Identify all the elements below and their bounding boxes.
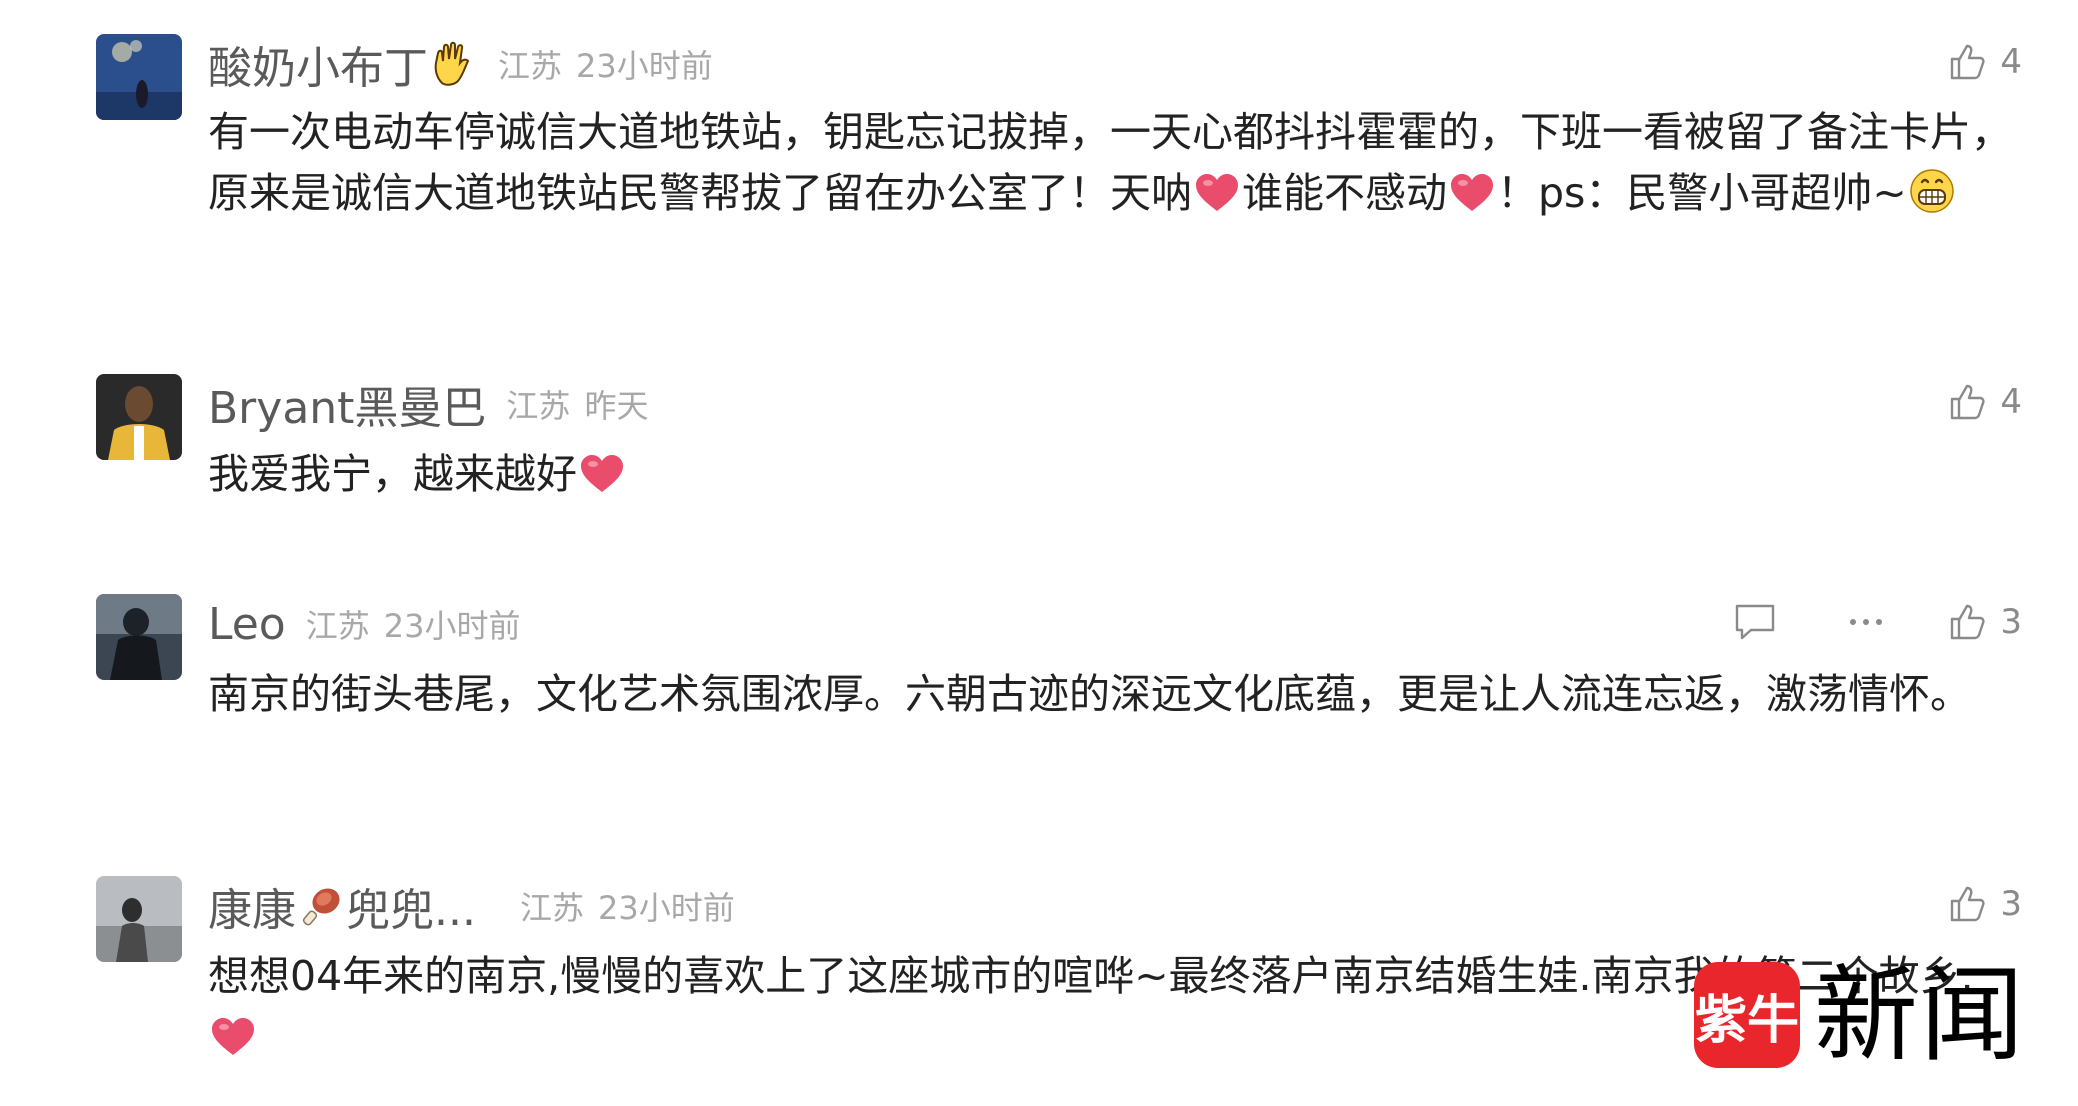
- thumbs-up-icon: [1948, 382, 1988, 422]
- location: 江苏: [305, 607, 370, 645]
- timestamp: 23小时前: [576, 47, 713, 85]
- more-dots-icon: [1850, 619, 1883, 625]
- like-button[interactable]: 3: [1948, 602, 2022, 642]
- thumbs-up-icon: [1948, 602, 1988, 642]
- watermark: 紫牛 新闻: [1694, 962, 2026, 1068]
- heart-emoji-icon: [210, 1016, 256, 1058]
- comment-actions: 3: [1734, 594, 2022, 650]
- comment-actions: 4: [1948, 374, 2022, 430]
- thumbs-up-icon: [1948, 42, 1988, 82]
- avatar[interactable]: [96, 594, 182, 680]
- avatar[interactable]: [96, 34, 182, 120]
- reply-button[interactable]: [1734, 602, 1776, 642]
- thumbs-up-icon: [1948, 884, 1988, 924]
- comment-actions: 3: [1948, 876, 2022, 932]
- grin-emoji-icon: [1909, 168, 1955, 214]
- more-button[interactable]: [1848, 617, 1884, 627]
- comment-meta: 酸奶小布丁 江苏 23小时前: [208, 36, 713, 94]
- heart-emoji-icon: [579, 453, 625, 495]
- watermark-text: 新闻: [1814, 954, 2027, 1076]
- avatar[interactable]: [96, 374, 182, 460]
- username[interactable]: Leo: [208, 599, 286, 650]
- timestamp: 23小时前: [383, 607, 521, 645]
- username[interactable]: 酸奶小布丁: [208, 32, 428, 96]
- comment-actions: 4: [1948, 34, 2022, 90]
- comment-bubble-icon: [1736, 604, 1775, 640]
- like-button[interactable]: 4: [1948, 382, 2022, 422]
- like-button[interactable]: 3: [1948, 884, 2022, 924]
- location: 江苏: [506, 387, 571, 425]
- comment-text: 我爱我宁，越来越好: [208, 444, 2028, 505]
- location: 江苏: [519, 889, 584, 927]
- like-count: 3: [2000, 602, 2022, 642]
- timestamp: 23小时前: [597, 889, 735, 927]
- username[interactable]: 兜兜...: [346, 874, 476, 938]
- timestamp: 昨天: [584, 387, 649, 425]
- like-button[interactable]: 4: [1948, 42, 2022, 82]
- like-count: 4: [2000, 382, 2022, 422]
- like-count: 4: [2000, 42, 2022, 82]
- username[interactable]: Bryant黑曼巴: [208, 372, 486, 436]
- avatar[interactable]: [96, 876, 182, 962]
- meat-emoji-icon: [298, 883, 344, 929]
- heart-emoji-icon: [1449, 172, 1495, 214]
- heart-emoji-icon: [1194, 172, 1240, 214]
- like-count: 3: [2000, 884, 2022, 924]
- comment-meta: Leo 江苏 23小时前: [208, 596, 520, 652]
- comment-meta: Bryant黑曼巴 江苏 昨天: [208, 376, 649, 434]
- comment-text: 有一次电动车停诚信大道地铁站，钥匙忘记拔掉，一天心都抖抖霍霍的，下班一看被留了备…: [208, 108, 2012, 217]
- comment-text: 南京的街头巷尾，文化艺术氛围浓厚。六朝古迹的深远文化底蕴，更是让人流连忘返，激荡…: [208, 670, 1971, 718]
- location: 江苏: [498, 47, 563, 85]
- username[interactable]: 康康: [208, 874, 296, 938]
- watermark-logo: 紫牛: [1694, 962, 1800, 1068]
- raised-hand-emoji-icon: [430, 41, 476, 87]
- comment-meta: 康康 兜兜... 江苏 23小时前: [208, 878, 735, 936]
